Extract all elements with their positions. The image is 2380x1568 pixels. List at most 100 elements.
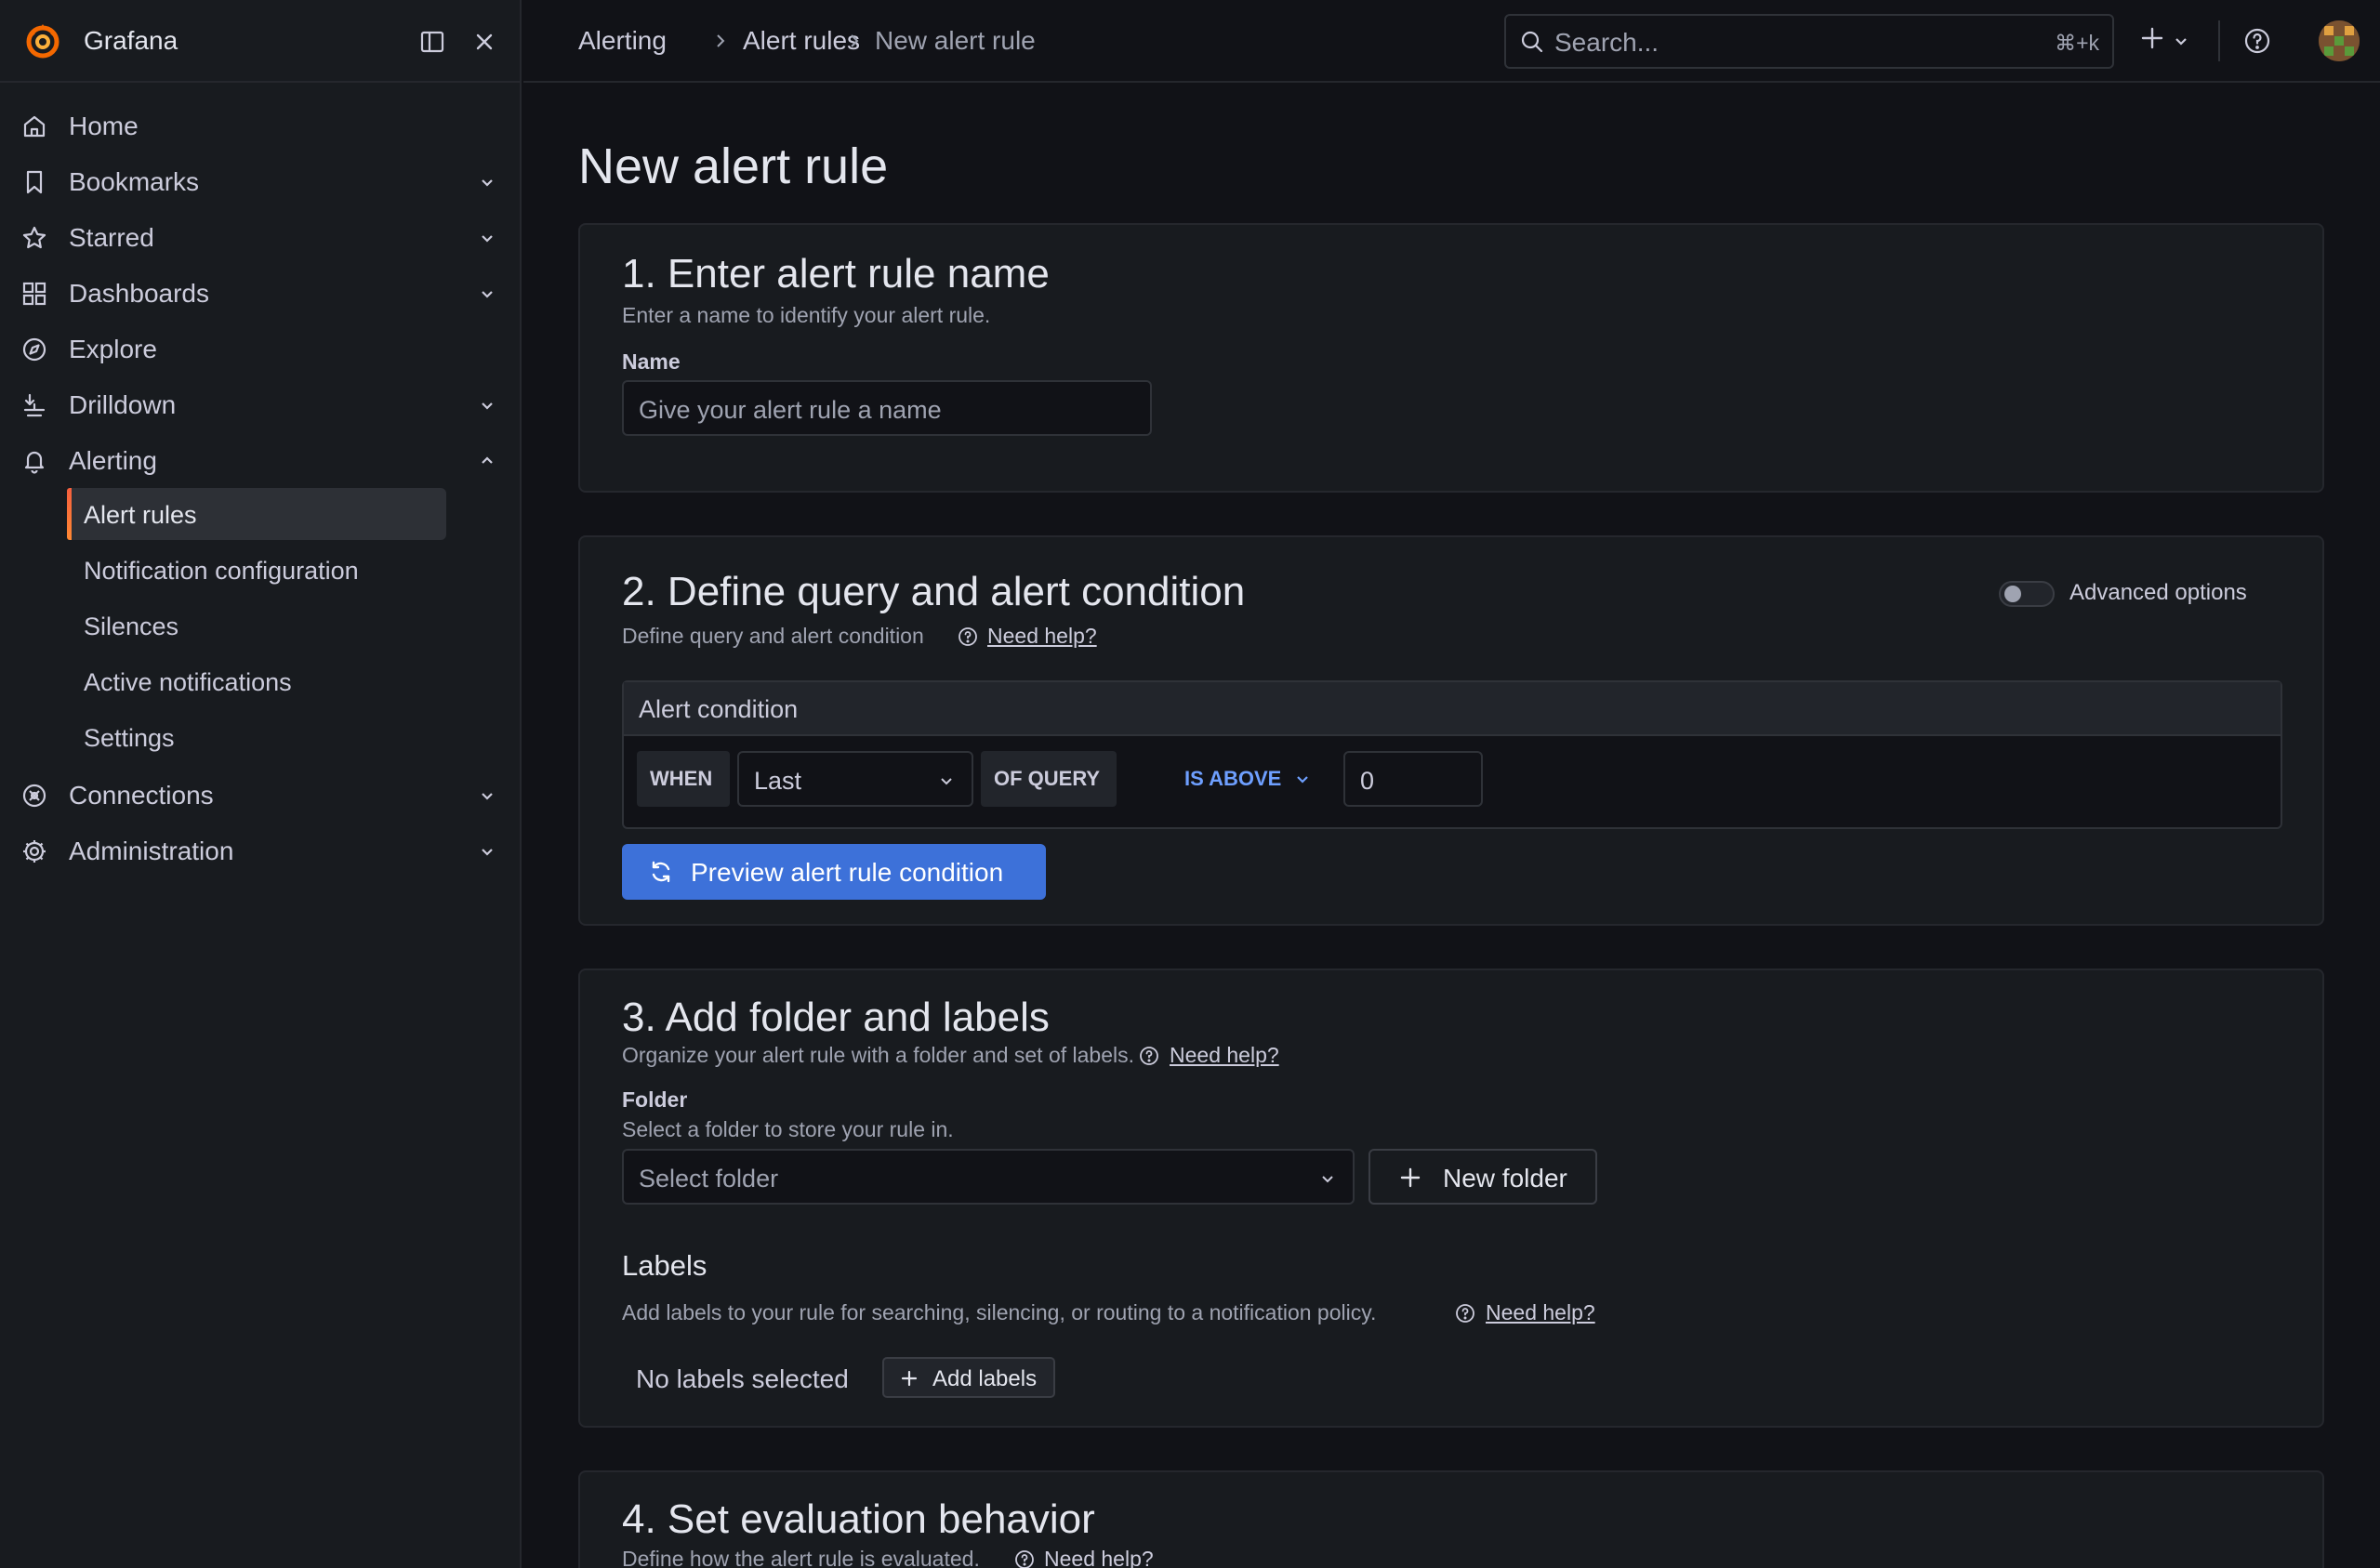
compass-icon [20,336,48,363]
section-alert-rule-name: 1. Enter alert rule name Enter a name to… [578,223,2324,493]
sidebar-subitem-label: Silences [84,613,179,640]
need-help-link[interactable]: Need help? [987,624,1097,649]
sidebar-item-alert-rules[interactable]: Alert rules [67,488,446,540]
folder-label: Folder [622,1087,688,1112]
help-icon [1013,1548,1036,1568]
help-icon [1454,1302,1476,1324]
sidebar-item-label: Explore [69,335,157,363]
new-folder-label: New folder [1443,1164,1567,1192]
chevron-down-icon[interactable] [2172,32,2190,50]
section-description: Enter a name to identify your alert rule… [622,303,991,327]
chevron-down-icon[interactable] [476,227,498,249]
bell-icon [20,447,48,475]
sidebar: Grafana Home Bookmarks Starred Dashboard… [0,0,522,1568]
reducer-select[interactable]: Last [737,751,973,807]
section-title: 4. Set evaluation behavior [622,1496,1095,1542]
advanced-options-label: Advanced options [2069,580,2247,605]
chevron-down-icon[interactable] [476,394,498,416]
alert-condition-box: Alert condition WHEN Last OF QUERY IS AB… [622,680,2282,829]
chevron-down-icon [936,771,957,791]
section-evaluation-behavior: 4. Set evaluation behavior Define how th… [578,1470,2324,1568]
section-folder-labels: 3. Add folder and labels Organize your a… [578,968,2324,1428]
avatar[interactable] [2319,20,2360,61]
sidebar-header: Grafana [0,0,520,83]
chevron-down-icon[interactable] [476,171,498,193]
sidebar-item-label: Home [69,112,139,140]
no-labels-text: No labels selected [636,1364,849,1393]
breadcrumb-current: New alert rule [875,26,1036,55]
drilldown-icon [20,391,48,419]
section-title: 2. Define query and alert condition [622,569,1246,614]
help-icon[interactable] [2242,26,2272,56]
section-title: 3. Add folder and labels [622,995,1050,1040]
add-labels-button[interactable]: Add labels [882,1357,1055,1398]
sidebar-item-connections[interactable]: Connections [0,768,522,820]
sidebar-item-drilldown[interactable]: Drilldown [0,377,522,429]
alert-condition-title: Alert condition [639,695,799,723]
sync-icon [648,859,674,885]
topbar: Alerting Alert rules New alert rule Sear… [523,0,2380,83]
threshold-value: 0 [1360,767,1375,795]
sidebar-item-settings[interactable]: Settings [67,711,446,763]
add-labels-label: Add labels [932,1366,1038,1391]
sidebar-item-alerting[interactable]: Alerting [0,433,522,485]
plus-icon [1398,1166,1422,1190]
chevron-down-icon[interactable] [476,840,498,863]
sidebar-subitem-label: Alert rules [84,501,197,529]
home-icon [20,112,48,140]
preview-button-label: Preview alert rule condition [691,858,1004,887]
sidebar-item-active-notifications[interactable]: Active notifications [67,655,446,707]
folder-placeholder: Select folder [639,1165,779,1192]
search-bar[interactable]: Search... ⌘+k [1504,14,2114,69]
need-help-link[interactable]: Need help? [1170,1043,1279,1068]
apps-icon [20,280,48,308]
sidebar-subitem-label: Notification configuration [84,557,359,585]
threshold-input[interactable]: 0 [1343,751,1483,807]
sidebar-item-dashboards[interactable]: Dashboards [0,266,522,318]
section-description: Define how the alert rule is evaluated. [622,1547,980,1568]
chevron-right-icon [844,31,865,51]
chevron-down-icon [1317,1168,1338,1189]
section-description: Organize your alert rule with a folder a… [622,1043,1135,1067]
close-icon[interactable] [470,28,498,56]
reducer-value: Last [754,767,802,795]
sidebar-item-starred[interactable]: Starred [0,210,522,262]
grafana-logo-icon[interactable] [22,20,63,61]
sidebar-item-home[interactable]: Home [0,99,522,151]
plus-icon[interactable] [2138,24,2166,52]
name-input[interactable]: Give your alert rule a name [622,380,1152,436]
sidebar-item-explore[interactable]: Explore [0,322,522,374]
labels-heading: Labels [622,1249,707,1282]
dock-menu-icon[interactable] [418,28,446,56]
advanced-options-toggle[interactable] [1999,581,2055,607]
new-folder-button[interactable]: New folder [1368,1149,1597,1205]
need-help-link[interactable]: Need help? [1044,1547,1154,1568]
breadcrumb-alerting[interactable]: Alerting [578,26,667,56]
chevron-down-icon[interactable] [1293,770,1312,788]
sidebar-item-label: Starred [69,223,154,252]
sidebar-item-silences[interactable]: Silences [67,600,446,652]
of-query-tag: OF QUERY [981,751,1117,807]
search-shortcut: ⌘+k [2055,31,2099,55]
sidebar-item-administration[interactable]: Administration [0,824,522,876]
sidebar-item-label: Drilldown [69,390,177,419]
folder-description: Select a folder to store your rule in. [622,1117,954,1141]
brand-name: Grafana [84,26,178,55]
labels-need-help-link[interactable]: Need help? [1486,1300,1595,1325]
chevron-down-icon[interactable] [476,283,498,305]
folder-select[interactable]: Select folder [622,1149,1355,1205]
star-icon [20,224,48,252]
chevron-up-icon[interactable] [476,450,498,472]
page-title: New alert rule [578,138,889,194]
alert-condition-header: Alert condition [624,682,2281,736]
gear-icon [20,837,48,865]
breadcrumb-alert-rules[interactable]: Alert rules [743,26,860,56]
chevron-down-icon[interactable] [476,784,498,807]
operator-dropdown[interactable]: IS ABOVE [1184,767,1281,791]
sidebar-item-bookmarks[interactable]: Bookmarks [0,154,522,206]
sidebar-item-label: Alerting [69,446,157,475]
preview-alert-condition-button[interactable]: Preview alert rule condition [622,844,1046,900]
when-tag: WHEN [637,751,730,807]
sidebar-item-notification-configuration[interactable]: Notification configuration [67,544,446,596]
connections-icon [20,782,48,810]
